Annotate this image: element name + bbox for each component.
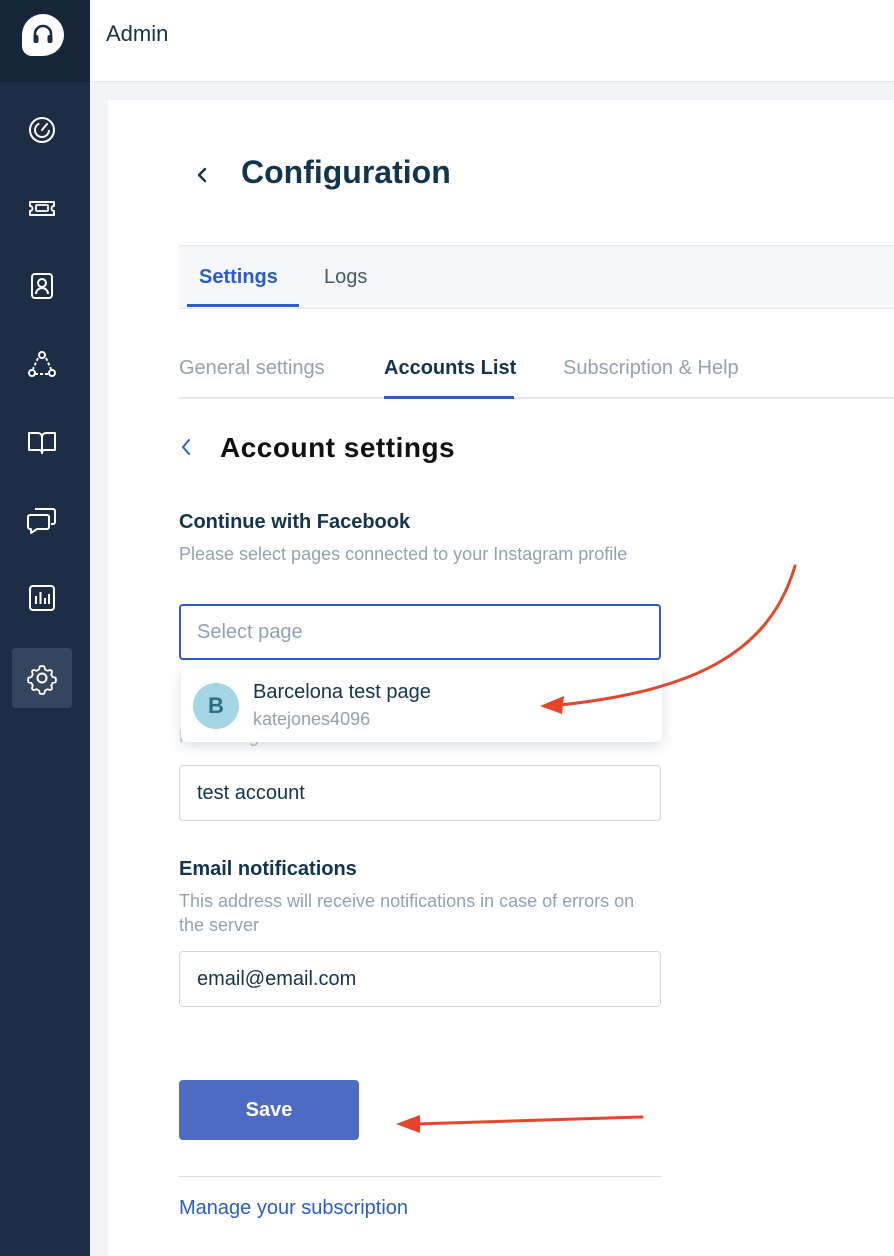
account-name-input[interactable] [179, 765, 661, 821]
page-dropdown: B Barcelona test page katejones4096 [181, 668, 662, 742]
sidebar-item-tickets[interactable] [12, 178, 72, 238]
gauge-icon [29, 117, 55, 143]
network-icon [28, 351, 56, 377]
ticket-icon [29, 201, 55, 216]
page-title: Configuration [241, 154, 451, 190]
dropdown-option-barcelona[interactable]: B Barcelona test page katejones4096 [181, 668, 662, 742]
save-button[interactable]: Save [179, 1080, 359, 1140]
account-name-field[interactable] [180, 766, 660, 820]
email-input[interactable] [179, 951, 661, 1007]
page-name: Barcelona test page [253, 681, 431, 703]
sidebar-item-conversations[interactable] [12, 490, 72, 550]
select-page-field[interactable] [181, 606, 659, 658]
sidebar-item-reports[interactable] [12, 568, 72, 628]
tabs-bar: Settings Logs [179, 245, 894, 309]
subtab-accounts-list[interactable]: Accounts List [384, 357, 516, 380]
tab-logs[interactable]: Logs [324, 266, 367, 289]
select-page-input[interactable] [179, 604, 661, 660]
sidebar-item-dashboard[interactable] [12, 100, 72, 160]
section-title: Account settings [220, 432, 456, 463]
tab-settings[interactable]: Settings [199, 266, 278, 289]
sidebar-item-contacts[interactable] [12, 256, 72, 316]
subtab-subscription-help[interactable]: Subscription & Help [563, 357, 739, 380]
top-bar: Admin [90, 0, 894, 82]
contact-card-icon [31, 273, 53, 299]
page-username: katejones4096 [253, 709, 371, 729]
logo-area [0, 0, 90, 82]
facebook-help-text: Please select pages connected to your In… [179, 544, 628, 564]
app-title: Admin [106, 21, 169, 46]
facebook-label: Continue with Facebook [179, 511, 411, 533]
sidebar-item-knowledge-base[interactable] [12, 412, 72, 472]
sidebar [0, 0, 90, 1256]
gear-icon [27, 665, 57, 695]
bottom-divider [179, 1176, 661, 1177]
email-field[interactable] [180, 952, 660, 1006]
chat-bubbles-icon [27, 508, 56, 534]
bar-chart-icon [29, 585, 55, 611]
active-tab-indicator [187, 304, 299, 307]
account-back-button[interactable] [176, 433, 196, 461]
chevron-left-icon [182, 439, 190, 455]
back-button[interactable] [190, 160, 214, 190]
page-avatar: B [193, 683, 239, 729]
manage-subscription-link[interactable]: Manage your subscription [179, 1197, 408, 1220]
subtabs-divider [179, 397, 894, 399]
active-subtab-indicator [384, 396, 514, 399]
sidebar-item-settings[interactable] [12, 648, 72, 708]
subtab-general-settings[interactable]: General settings [179, 357, 325, 380]
chevron-left-icon [197, 167, 207, 183]
sidebar-item-groups[interactable] [12, 334, 72, 394]
email-label: Email notifications [179, 858, 357, 880]
book-icon [28, 432, 56, 454]
email-help-text: This address will receive notifications … [179, 891, 635, 935]
headset-logo-icon[interactable] [22, 14, 64, 56]
